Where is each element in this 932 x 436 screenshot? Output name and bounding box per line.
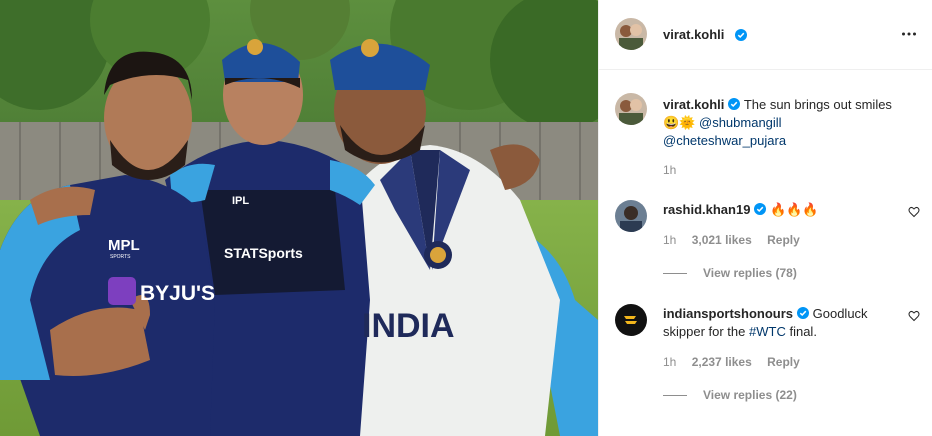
hashtag-wtc[interactable]: #WTC bbox=[749, 324, 786, 339]
view-replies-button[interactable]: View replies (22) bbox=[663, 388, 797, 402]
mention-shubmangill[interactable]: @shubmangill bbox=[699, 115, 782, 130]
vest-ipl-text: IPL bbox=[232, 195, 249, 207]
caption-avatar[interactable] bbox=[615, 93, 647, 125]
like-heart-icon[interactable] bbox=[908, 206, 920, 218]
more-options-icon[interactable] bbox=[901, 26, 917, 42]
commenter-avatar[interactable] bbox=[615, 200, 647, 232]
comment-meta: 1h 3,021 likes Reply bbox=[663, 233, 812, 247]
post-photo[interactable]: MPL SPORTS BYJU'S IPL STATSports INDIA bbox=[0, 0, 598, 436]
comment-timestamp[interactable]: 1h bbox=[663, 233, 676, 247]
author-username[interactable]: virat.kohli bbox=[663, 27, 724, 42]
view-replies-button[interactable]: View replies (78) bbox=[663, 266, 797, 280]
reply-button[interactable]: Reply bbox=[767, 233, 800, 247]
comment-username[interactable]: rashid.khan19 bbox=[663, 202, 750, 217]
comment-meta: 1h 2,237 likes Reply bbox=[663, 355, 812, 369]
view-replies-divider bbox=[663, 395, 687, 397]
post-header: virat.kohli bbox=[599, 0, 932, 70]
caption-username[interactable]: virat.kohli bbox=[663, 97, 724, 112]
comment-timestamp[interactable]: 1h bbox=[663, 355, 676, 369]
comment-item: indiansportshonours Goodluck skipper for… bbox=[615, 304, 920, 414]
comment-item: rashid.khan19 🔥🔥🔥 1h 3,021 likes Reply V… bbox=[615, 200, 920, 310]
verified-badge-icon bbox=[797, 307, 809, 319]
view-replies-label: View replies (22) bbox=[703, 388, 797, 402]
comment-text-after: final. bbox=[789, 324, 817, 339]
comment-likes[interactable]: 3,021 likes bbox=[692, 233, 752, 247]
caption-text: The sun brings out smiles bbox=[743, 97, 892, 112]
comment-username[interactable]: indiansportshonours bbox=[663, 306, 793, 321]
caption-emojis: 😃🌞 bbox=[663, 115, 696, 130]
reply-button[interactable]: Reply bbox=[767, 355, 800, 369]
post-image: MPL SPORTS BYJU'S IPL STATSports INDIA bbox=[0, 0, 598, 436]
jersey-mpl-text: MPL bbox=[108, 237, 140, 254]
commenter-avatar[interactable] bbox=[615, 304, 647, 336]
jersey-byjus-text: BYJU'S bbox=[140, 282, 215, 305]
post-side-panel: virat.kohli virat.kohli The sun brings o… bbox=[598, 0, 932, 436]
comment-text-block: indiansportshonours Goodluck skipper for… bbox=[663, 305, 893, 341]
jersey-mpl-sub-text: SPORTS bbox=[110, 254, 131, 260]
comment-likes[interactable]: 2,237 likes bbox=[692, 355, 752, 369]
caption-timestamp[interactable]: 1h bbox=[663, 163, 676, 177]
jersey-india-text: INDIA bbox=[362, 307, 455, 345]
comment-text: 🔥🔥🔥 bbox=[770, 202, 819, 217]
comment-text-block: rashid.khan19 🔥🔥🔥 bbox=[663, 201, 893, 219]
instagram-post: MPL SPORTS BYJU'S IPL STATSports INDIA v… bbox=[0, 0, 932, 436]
verified-badge-icon bbox=[728, 98, 741, 110]
like-heart-icon[interactable] bbox=[908, 310, 920, 322]
verified-badge-icon bbox=[735, 29, 747, 41]
verified-badge-icon bbox=[754, 203, 767, 215]
mention-cheteshwar-pujara[interactable]: @cheteshwar_pujara bbox=[663, 133, 786, 148]
view-replies-divider bbox=[663, 273, 687, 275]
view-replies-label: View replies (78) bbox=[703, 266, 797, 280]
caption-text-block: virat.kohli The sun brings out smiles 😃🌞… bbox=[663, 96, 893, 150]
author-avatar[interactable] bbox=[615, 18, 647, 50]
vest-statsports-text: STATSports bbox=[224, 245, 303, 261]
